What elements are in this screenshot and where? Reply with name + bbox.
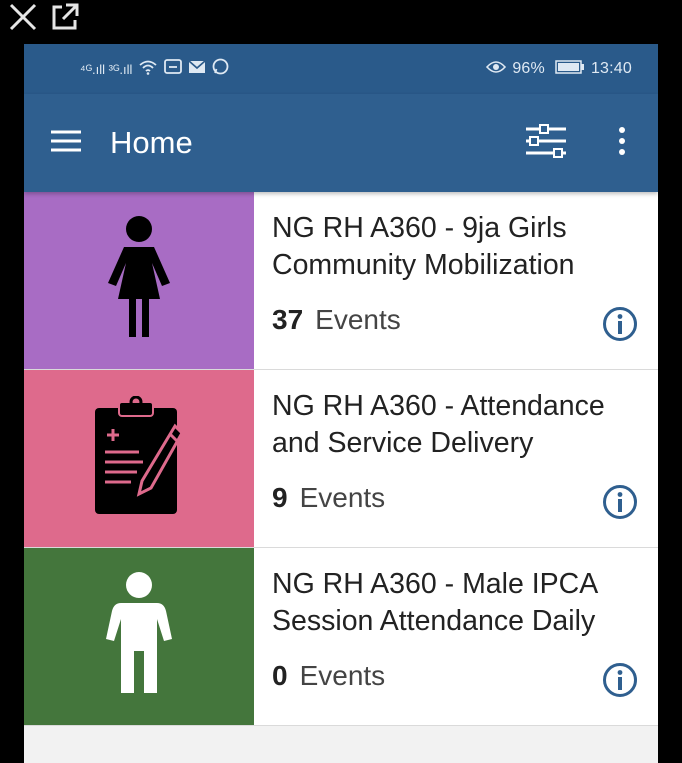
info-icon[interactable]: [602, 306, 638, 347]
clock: 13:40: [590, 60, 632, 77]
program-content: NG RH A360 - Male IPCA Session Attendanc…: [254, 548, 658, 725]
event-count-label: Events: [315, 304, 401, 335]
program-content: NG RH A360 - Attendance and Service Deli…: [254, 370, 658, 547]
program-tile: [24, 548, 254, 725]
overlay-toolbar: [6, 0, 82, 34]
wifi-icon: [138, 59, 158, 80]
messenger-icon: [164, 58, 183, 80]
female-person-icon: [102, 215, 176, 346]
signal-icons: ⁴ᴳ.ıll ³ᴳ.ıll: [80, 61, 133, 77]
more-vertical-icon[interactable]: [618, 126, 626, 161]
close-icon[interactable]: [6, 0, 40, 34]
program-tile: [24, 370, 254, 547]
event-count-number: 37: [272, 304, 304, 335]
phone-screen: ⁴ᴳ.ıll ³ᴳ.ıll 96% 13:40 Home NG RH A360 …: [24, 44, 658, 763]
eye-icon: [486, 60, 507, 79]
info-icon[interactable]: [602, 484, 638, 525]
program-card[interactable]: NG RH A360 - 9ja Girls Community Mobiliz…: [24, 192, 658, 370]
event-count: 9 Events: [272, 482, 642, 514]
info-icon[interactable]: [602, 662, 638, 703]
open-external-icon[interactable]: [48, 0, 82, 34]
event-count-label: Events: [299, 482, 386, 513]
program-name: NG RH A360 - Attendance and Service Deli…: [272, 390, 605, 459]
page-title: Home: [110, 125, 193, 160]
clipboard-pencil-icon: [91, 395, 187, 521]
app-bar: Home: [24, 94, 658, 192]
program-name: NG RH A360 - Male IPCA Session Attendanc…: [272, 568, 597, 637]
program-card[interactable]: NG RH A360 - Attendance and Service Deli…: [24, 370, 658, 548]
status-left: ⁴ᴳ.ıll ³ᴳ.ıll: [80, 58, 229, 80]
battery-icon: [555, 59, 585, 79]
mail-icon: [188, 59, 206, 79]
program-card[interactable]: NG RH A360 - Male IPCA Session Attendanc…: [24, 548, 658, 726]
event-count-label: Events: [299, 660, 386, 691]
program-name: NG RH A360 - 9ja Girls Community Mobiliz…: [272, 212, 575, 281]
program-tile: [24, 192, 254, 369]
male-person-icon: [104, 571, 174, 702]
event-count-number: 0: [272, 660, 288, 691]
program-list: NG RH A360 - 9ja Girls Community Mobiliz…: [24, 192, 658, 726]
program-content: NG RH A360 - 9ja Girls Community Mobiliz…: [254, 192, 658, 369]
filter-sliders-icon[interactable]: [524, 123, 568, 163]
battery-percent: 96%: [512, 60, 545, 77]
event-count: 37 Events: [272, 304, 642, 336]
event-count: 0 Events: [272, 660, 642, 692]
app-bar-actions: [524, 123, 626, 163]
event-count-number: 9: [272, 482, 288, 513]
hamburger-menu-icon[interactable]: [50, 129, 82, 158]
status-bar: ⁴ᴳ.ıll ³ᴳ.ıll 96% 13:40: [24, 44, 658, 94]
whatsapp-icon: [212, 58, 229, 80]
status-right: 96% 13:40: [486, 59, 632, 79]
